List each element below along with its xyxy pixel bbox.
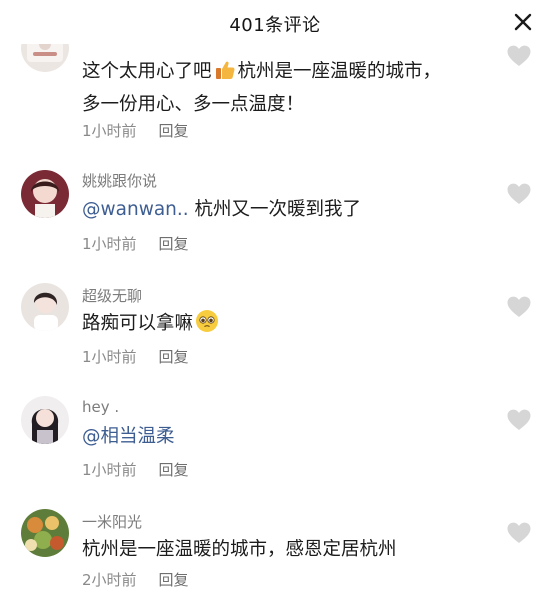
comment-time: 1小时前 [82,122,137,140]
comment-meta: 1小时前 回复 [82,120,189,141]
username[interactable]: 姚姚跟你说 [82,170,157,191]
reply-button[interactable]: 回复 [159,122,189,140]
comment-meta: 1小时前 回复 [82,459,189,480]
comment-time: 2小时前 [82,571,137,589]
comment-text: 杭州是一座温暖的城市，感恩定居杭州 [82,539,397,560]
avatar[interactable] [21,170,69,218]
heart-outline-icon[interactable] [506,44,532,68]
username[interactable]: 一米阳光 [82,511,142,532]
reply-button[interactable]: 回复 [159,235,189,253]
heart-outline-icon[interactable] [506,182,532,206]
comment-text: @wanwan.. 杭州又一次暖到我了 [82,199,362,220]
username[interactable]: 超级无聊 [82,285,142,306]
comment-meta: 1小时前 回复 [82,233,189,254]
heart-outline-icon[interactable] [506,408,532,432]
reply-button[interactable]: 回复 [159,348,189,366]
comment-time: 1小时前 [82,348,137,366]
thumbs-up-icon [214,59,236,90]
avatar[interactable] [21,283,69,331]
pleading-face-icon [195,309,219,342]
username[interactable]: hey . [82,398,119,416]
comment-time: 1小时前 [82,235,137,253]
comment-meta: 1小时前 回复 [82,346,189,367]
avatar[interactable] [21,396,69,444]
reply-button[interactable]: 回复 [159,461,189,479]
comment-text: 这个太用心了吧 杭州是一座温暖的城市， 多一份用心、多一点温度！ [82,59,442,115]
comment-sheet: 这个太用心了吧 杭州是一座温暖的城市， 多一份用心、多一点温度！ 1小时前 回复 … [0,0,550,615]
comment-count-title: 401条评论 [229,15,321,36]
close-icon[interactable] [510,9,536,35]
comment-meta: 2小时前 回复 [82,569,189,590]
heart-outline-icon[interactable] [506,295,532,319]
header: 401条评论 [0,0,550,44]
reply-button[interactable]: 回复 [159,571,189,589]
comment-time: 1小时前 [82,461,137,479]
comment-text: @相当温柔 [82,422,480,451]
mention-link[interactable]: @wanwan.. [82,199,189,220]
mention-link[interactable]: @相当温柔 [82,426,175,447]
comment-text: 路痴可以拿嘛 [82,309,480,342]
heart-outline-icon[interactable] [506,521,532,545]
avatar[interactable] [21,509,69,557]
